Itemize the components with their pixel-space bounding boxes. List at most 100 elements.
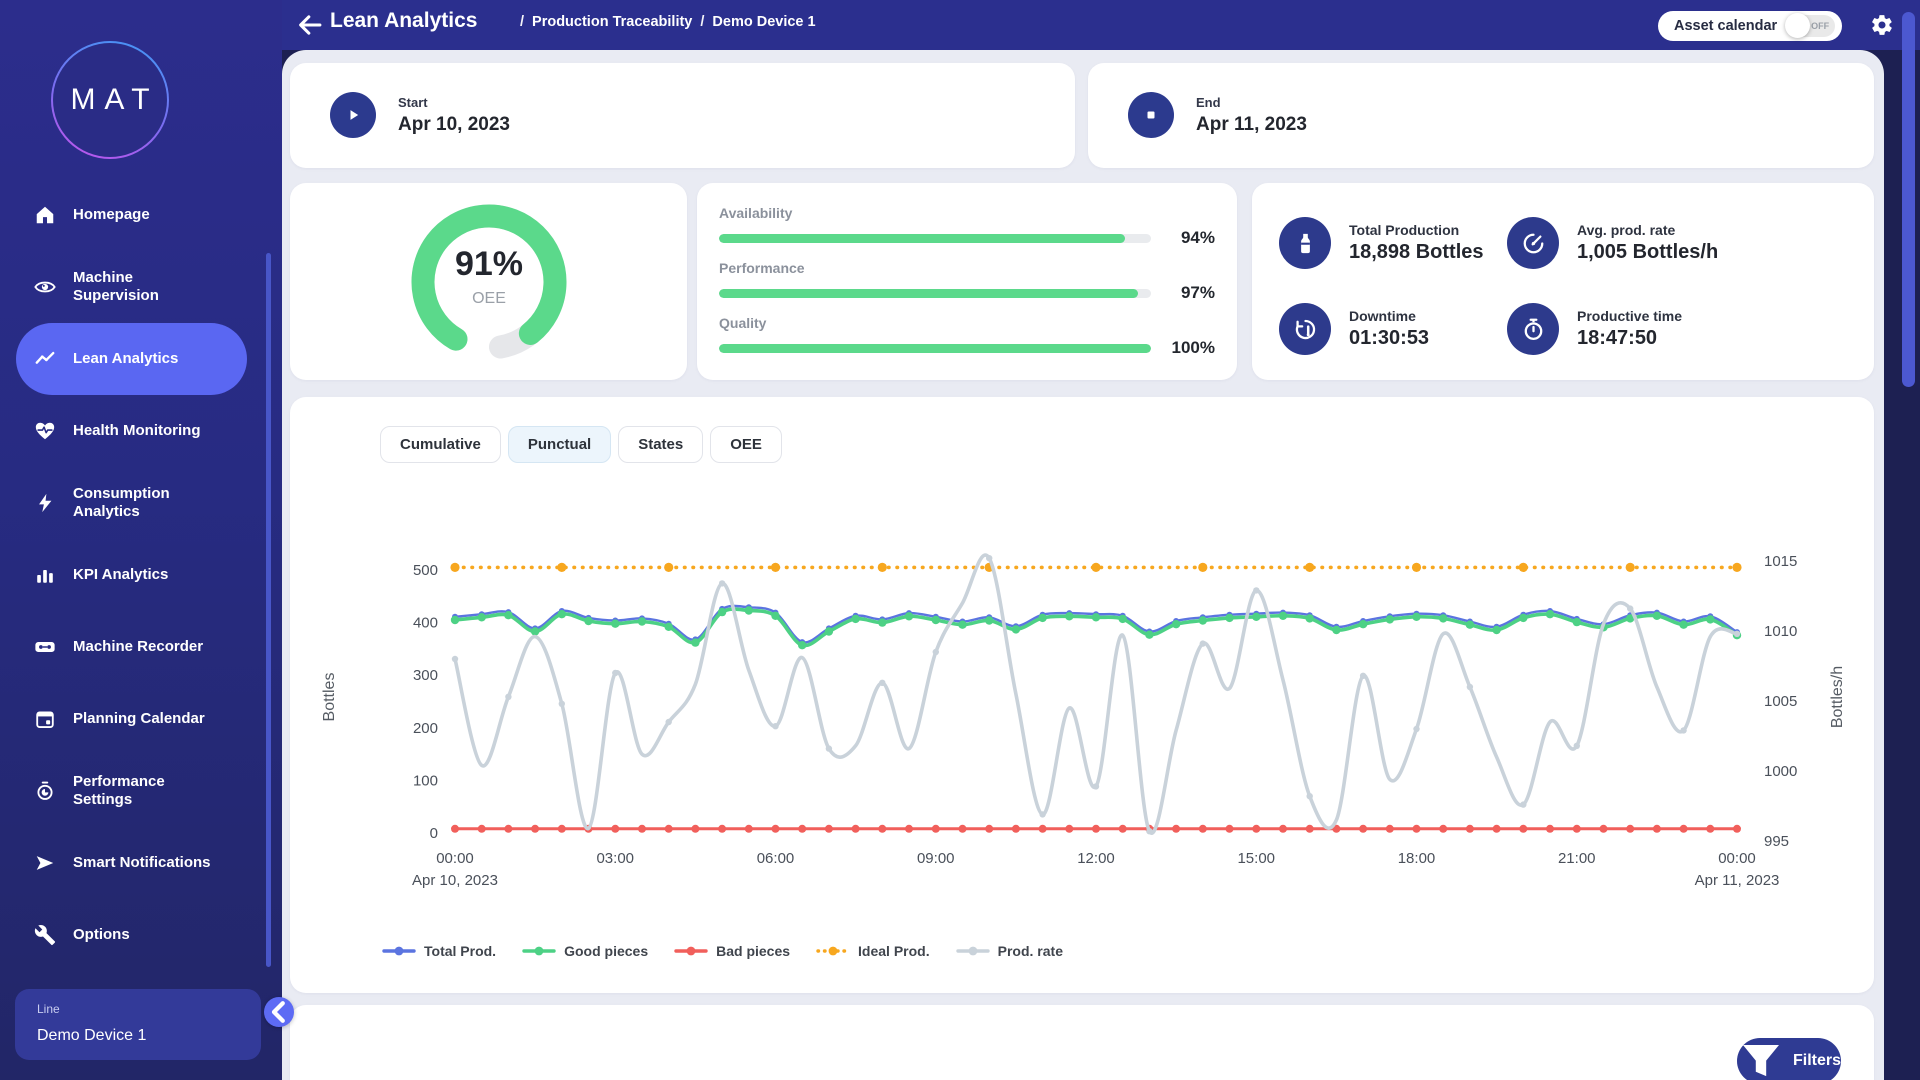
series-point — [1574, 743, 1580, 749]
series-point — [1199, 825, 1207, 833]
stat-label: Avg. prod. rate — [1577, 222, 1718, 238]
sidebar-scrollbar[interactable] — [266, 253, 271, 967]
svg-text:00:00: 00:00 — [436, 850, 474, 867]
series-point — [1359, 825, 1367, 833]
kpi-bar-availability: Availability94% — [719, 205, 1215, 248]
series-point — [666, 719, 672, 725]
sidebar-item-machine-recorder[interactable]: Machine Recorder — [16, 611, 247, 683]
topbar: Lean Analytics /Production Traceability/… — [282, 0, 1920, 50]
series-point — [1065, 612, 1073, 620]
sidebar-item-label: Homepage — [73, 206, 223, 224]
home-icon — [33, 203, 57, 227]
series-point — [450, 563, 459, 572]
main-content: Start Apr 10, 2023 End Apr 11, 2023 91% … — [282, 50, 1884, 1080]
asset-calendar-pill[interactable]: Asset calendar OFF — [1658, 11, 1842, 41]
page-scrollbar[interactable] — [1902, 12, 1915, 387]
series-point — [1039, 811, 1045, 817]
toggle-state-text: OFF — [1811, 21, 1829, 31]
downtime-icon — [1279, 303, 1331, 355]
bar-chart-icon — [33, 563, 57, 587]
legend-item-good-pieces[interactable]: Good pieces — [522, 943, 648, 959]
filters-button[interactable]: Filters — [1737, 1038, 1841, 1080]
series-point — [665, 623, 673, 631]
kpi-bar-label: Quality — [719, 315, 1215, 331]
series-point — [1119, 825, 1127, 833]
svg-text:1005: 1005 — [1764, 693, 1797, 710]
legend-item-total-prod[interactable]: Total Prod. — [382, 943, 496, 959]
series-point — [558, 825, 566, 833]
series-point — [1653, 612, 1661, 620]
series-point — [504, 611, 512, 619]
series-point — [1413, 825, 1421, 833]
line-selector[interactable]: Line Demo Device 1 — [15, 989, 261, 1060]
legend-item-ideal-prod[interactable]: Ideal Prod. — [816, 943, 930, 959]
svg-text:18:00: 18:00 — [1398, 850, 1436, 867]
series-point — [559, 701, 565, 707]
settings-button[interactable] — [1870, 13, 1894, 37]
stat-value: 18,898 Bottles — [1349, 241, 1484, 264]
series-point — [1172, 620, 1180, 628]
series-point — [932, 825, 940, 833]
sidebar-item-label: Machine Supervision — [73, 269, 223, 305]
sidebar-item-options[interactable]: Options — [16, 899, 247, 971]
svg-text:1010: 1010 — [1764, 623, 1797, 640]
stat-label: Productive time — [1577, 308, 1682, 324]
sidebar-item-homepage[interactable]: Homepage — [16, 179, 247, 251]
series-point — [1706, 615, 1714, 623]
sidebar-item-planning-calendar[interactable]: Planning Calendar — [16, 683, 247, 755]
legend-item-prod-rate[interactable]: Prod. rate — [956, 943, 1063, 959]
series-point — [1253, 587, 1259, 593]
breadcrumb-demo-device-1[interactable]: Demo Device 1 — [712, 14, 815, 30]
series-point — [1493, 825, 1501, 833]
asset-calendar-toggle[interactable]: OFF — [1787, 15, 1835, 37]
kpi-bar-track — [719, 234, 1151, 243]
bottle-icon — [1279, 217, 1331, 269]
sidebar-item-machine-supervision[interactable]: Machine Supervision — [16, 251, 247, 323]
svg-text:1000: 1000 — [1764, 763, 1797, 780]
back-button[interactable] — [296, 11, 324, 39]
series-point — [1012, 625, 1020, 633]
sidebar-item-kpi-analytics[interactable]: KPI Analytics — [16, 539, 247, 611]
legend-swatch — [674, 945, 708, 957]
legend-label: Total Prod. — [424, 943, 496, 959]
sidebar-item-smart-notifications[interactable]: Smart Notifications — [16, 827, 247, 899]
kpi-bar-performance: Performance97% — [719, 260, 1215, 303]
series-point — [1412, 613, 1420, 621]
series-point — [478, 613, 486, 621]
series-point — [852, 825, 860, 833]
series-point — [1279, 825, 1287, 833]
svg-text:21:00: 21:00 — [1558, 850, 1596, 867]
series-point — [1680, 727, 1686, 733]
stat-total-production: Total Production18,898 Bottles — [1279, 217, 1484, 269]
filters-button-label: Filters — [1793, 1052, 1841, 1070]
breadcrumb-production-traceability[interactable]: Production Traceability — [532, 14, 692, 30]
series-point — [557, 563, 566, 572]
sidebar-item-performance-settings[interactable]: Performance Settings — [16, 755, 247, 827]
production-line-chart[interactable]: 01002003004005009951000100510101015Bottl… — [290, 397, 1874, 993]
toggle-knob — [1785, 13, 1810, 38]
series-point — [1332, 626, 1340, 634]
legend-swatch — [522, 945, 556, 957]
sidebar-item-label: KPI Analytics — [73, 566, 223, 584]
kpi-bar-fill — [719, 234, 1125, 243]
series-point — [1520, 801, 1526, 807]
sidebar-item-health-monitoring[interactable]: Health Monitoring — [16, 395, 247, 467]
series-point — [825, 627, 833, 635]
svg-text:400: 400 — [413, 615, 438, 632]
legend-item-bad-pieces[interactable]: Bad pieces — [674, 943, 790, 959]
stat-value: 1,005 Bottles/h — [1577, 241, 1718, 264]
legend-label: Good pieces — [564, 943, 648, 959]
sidebar-item-consumption-analytics[interactable]: Consumption Analytics — [16, 467, 247, 539]
series-point — [905, 612, 913, 620]
svg-text:995: 995 — [1764, 833, 1789, 850]
series-point — [985, 616, 993, 624]
svg-text:Apr 11, 2023: Apr 11, 2023 — [1695, 872, 1780, 889]
sidebar-collapse-button[interactable] — [264, 997, 294, 1027]
svg-text:200: 200 — [413, 720, 438, 737]
end-date-card[interactable]: End Apr 11, 2023 — [1088, 63, 1874, 168]
start-date-card[interactable]: Start Apr 10, 2023 — [290, 63, 1075, 168]
series-point — [1627, 605, 1633, 611]
sidebar-item-lean-analytics[interactable]: Lean Analytics — [16, 323, 247, 395]
series-point — [1519, 614, 1527, 622]
series-point — [638, 825, 646, 833]
